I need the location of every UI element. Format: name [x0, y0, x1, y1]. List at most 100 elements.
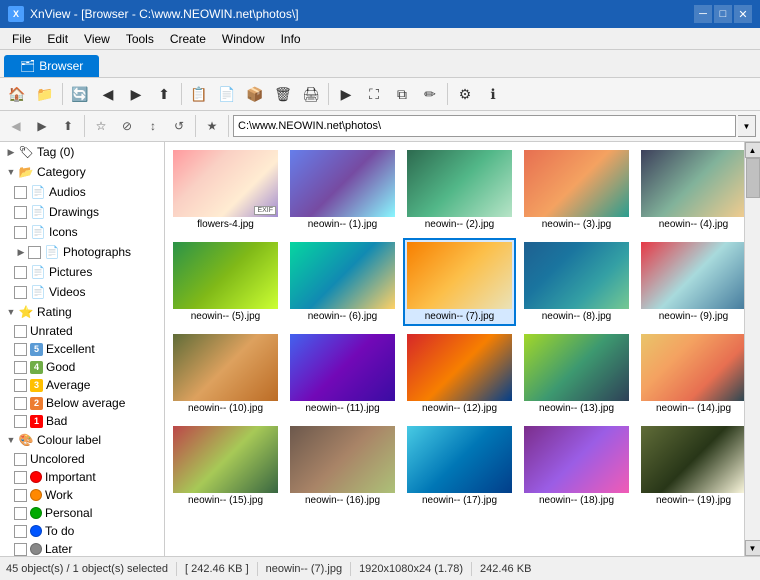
sidebar-item-videos[interactable]: 📄 Videos	[0, 282, 164, 302]
thumbnail-item-5[interactable]: neowin-- (5).jpg	[169, 238, 282, 326]
address-bar[interactable]: C:\www.NEOWIN.net\photos\	[233, 115, 736, 137]
menu-tools[interactable]: Tools	[118, 28, 162, 49]
info-button[interactable]: ℹ	[480, 81, 506, 107]
vertical-scrollbar[interactable]: ▲ ▼	[744, 142, 760, 556]
thumbnail-item-1[interactable]: neowin-- (1).jpg	[286, 146, 399, 234]
unrated-checkbox[interactable]	[14, 325, 27, 338]
thumbnail-item-7[interactable]: neowin-- (7).jpg	[403, 238, 516, 326]
thumbnail-item-3[interactable]: neowin-- (3).jpg	[520, 146, 633, 234]
thumbnail-item-0[interactable]: EXIFflowers-4.jpg	[169, 146, 282, 234]
menu-view[interactable]: View	[76, 28, 118, 49]
thumbnail-item-8[interactable]: neowin-- (8).jpg	[520, 238, 633, 326]
thumbnail-item-9[interactable]: neowin-- (9).jpg	[637, 238, 744, 326]
scroll-thumb[interactable]	[746, 158, 760, 198]
up-button[interactable]: ⬆	[151, 81, 177, 107]
icons-checkbox[interactable]	[14, 226, 27, 239]
paste-button[interactable]: 📄	[214, 81, 240, 107]
sidebar-item-below-average[interactable]: 2 Below average	[0, 394, 164, 412]
edit-image-button[interactable]: ✏	[417, 81, 443, 107]
sidebar-item-tag[interactable]: ▶ 🏷 Tag (0)	[0, 142, 164, 162]
work-checkbox[interactable]	[14, 489, 27, 502]
thumbnail-item-19[interactable]: neowin-- (19).jpg	[637, 422, 744, 510]
good-checkbox[interactable]	[14, 361, 27, 374]
folders-button[interactable]: 📁	[32, 81, 58, 107]
sidebar-item-rating[interactable]: ▼ ⭐ Rating	[0, 302, 164, 322]
thumbnail-item-4[interactable]: neowin-- (4).jpg	[637, 146, 744, 234]
bad-checkbox[interactable]	[14, 415, 27, 428]
sidebar-item-work[interactable]: Work	[0, 486, 164, 504]
scroll-down-button[interactable]: ▼	[745, 540, 760, 556]
thumbnail-item-13[interactable]: neowin-- (13).jpg	[520, 330, 633, 418]
sidebar-item-unrated[interactable]: Unrated	[0, 322, 164, 340]
later-checkbox[interactable]	[14, 543, 27, 556]
fullscreen-button[interactable]: ⛶	[361, 81, 387, 107]
thumbnail-item-17[interactable]: neowin-- (17).jpg	[403, 422, 516, 510]
sidebar-item-uncolored[interactable]: Uncolored	[0, 450, 164, 468]
videos-checkbox[interactable]	[14, 286, 27, 299]
minimize-button[interactable]: ─	[694, 5, 712, 23]
delete-button[interactable]: 🗑	[270, 81, 296, 107]
sidebar-item-colour-label[interactable]: ▼ 🎨 Colour label	[0, 430, 164, 450]
settings-button[interactable]: ⚙	[452, 81, 478, 107]
important-checkbox[interactable]	[14, 471, 27, 484]
sidebar-item-photographs[interactable]: ▶ 📄 Photographs	[0, 242, 164, 262]
sidebar-item-category[interactable]: ▼ 📂 Category	[0, 162, 164, 182]
sidebar-item-personal[interactable]: Personal	[0, 504, 164, 522]
average-checkbox[interactable]	[14, 379, 27, 392]
photographs-checkbox[interactable]	[28, 246, 41, 259]
sidebar-item-excellent[interactable]: 5 Excellent	[0, 340, 164, 358]
thumbnail-item-15[interactable]: neowin-- (15).jpg	[169, 422, 282, 510]
bookmarks-button[interactable]: ☆	[89, 114, 113, 138]
todo-checkbox[interactable]	[14, 525, 27, 538]
move-button[interactable]: 📦	[242, 81, 268, 107]
nav-forward-button[interactable]: ▶	[30, 114, 54, 138]
reload-nav-button[interactable]: ↺	[167, 114, 191, 138]
sidebar-item-pictures[interactable]: 📄 Pictures	[0, 262, 164, 282]
menu-info[interactable]: Info	[273, 28, 309, 49]
compare-button[interactable]: ⧉	[389, 81, 415, 107]
home-button[interactable]: 🏠	[4, 81, 30, 107]
sidebar-item-drawings[interactable]: 📄 Drawings	[0, 202, 164, 222]
excellent-checkbox[interactable]	[14, 343, 27, 356]
personal-checkbox[interactable]	[14, 507, 27, 520]
sidebar-item-good[interactable]: 4 Good	[0, 358, 164, 376]
back-button[interactable]: ◀	[95, 81, 121, 107]
print-button[interactable]: 🖨	[298, 81, 324, 107]
thumbnail-item-2[interactable]: neowin-- (2).jpg	[403, 146, 516, 234]
thumbnail-item-12[interactable]: neowin-- (12).jpg	[403, 330, 516, 418]
sidebar-item-todo[interactable]: To do	[0, 522, 164, 540]
scroll-up-button[interactable]: ▲	[745, 142, 760, 158]
sidebar-item-icons[interactable]: 📄 Icons	[0, 222, 164, 242]
nav-back-button[interactable]: ◀	[4, 114, 28, 138]
address-dropdown[interactable]: ▼	[738, 115, 756, 137]
thumbnail-item-18[interactable]: neowin-- (18).jpg	[520, 422, 633, 510]
drawings-checkbox[interactable]	[14, 206, 27, 219]
sidebar-item-average[interactable]: 3 Average	[0, 376, 164, 394]
sidebar-item-important[interactable]: Important	[0, 468, 164, 486]
menu-create[interactable]: Create	[162, 28, 214, 49]
uncolored-checkbox[interactable]	[14, 453, 27, 466]
thumbnail-item-16[interactable]: neowin-- (16).jpg	[286, 422, 399, 510]
menu-window[interactable]: Window	[214, 28, 273, 49]
filter-button[interactable]: ⊘	[115, 114, 139, 138]
pictures-checkbox[interactable]	[14, 266, 27, 279]
close-button[interactable]: ✕	[734, 5, 752, 23]
menu-edit[interactable]: Edit	[39, 28, 76, 49]
sort-button[interactable]: ↕	[141, 114, 165, 138]
sidebar-item-audios[interactable]: 📄 Audios	[0, 182, 164, 202]
copy-button[interactable]: 📋	[186, 81, 212, 107]
thumbnail-item-10[interactable]: neowin-- (10).jpg	[169, 330, 282, 418]
maximize-button[interactable]: □	[714, 5, 732, 23]
menu-file[interactable]: File	[4, 28, 39, 49]
browser-tab[interactable]: 🗂 Browser	[4, 55, 99, 77]
nav-up-button[interactable]: ⬆	[56, 114, 80, 138]
slideshow-button[interactable]: ▶	[333, 81, 359, 107]
sidebar-item-bad[interactable]: 1 Bad	[0, 412, 164, 430]
star-button[interactable]: ★	[200, 114, 224, 138]
thumbnail-item-11[interactable]: neowin-- (11).jpg	[286, 330, 399, 418]
refresh-button[interactable]: 🔄	[67, 81, 93, 107]
audios-checkbox[interactable]	[14, 186, 27, 199]
below-average-checkbox[interactable]	[14, 397, 27, 410]
forward-button[interactable]: ▶	[123, 81, 149, 107]
sidebar-item-later[interactable]: Later	[0, 540, 164, 556]
